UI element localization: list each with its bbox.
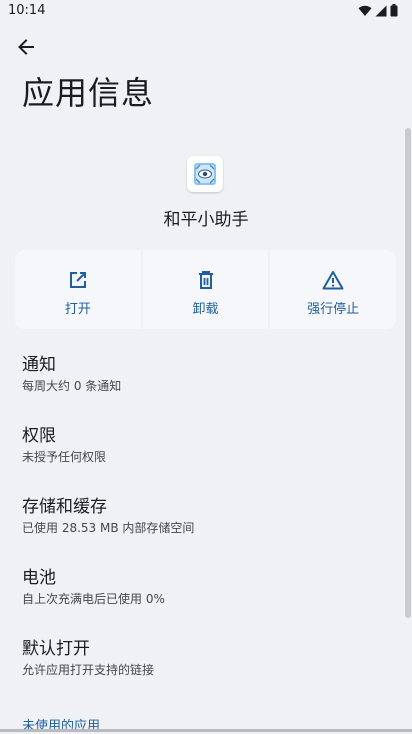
back-button[interactable] (10, 32, 42, 62)
warning-icon (322, 271, 344, 290)
open-by-default-item[interactable]: 默认打开 允许应用打开支持的链接 (22, 638, 392, 679)
app-icon (187, 156, 223, 192)
status-icons (358, 4, 398, 17)
open-external-icon (69, 272, 86, 288)
item-subtitle: 自上次充满电后已使用 0% (22, 592, 165, 606)
battery-icon (390, 4, 398, 17)
arrow-back-icon (18, 39, 34, 55)
item-title: 通知 (22, 355, 56, 375)
uninstall-label: 卸载 (192, 302, 219, 317)
page-title: 应用信息 (22, 74, 155, 112)
item-subtitle: 允许应用打开支持的链接 (22, 663, 155, 677)
item-title: 电池 (22, 568, 56, 588)
scrollbar[interactable] (405, 128, 411, 618)
item-subtitle: 每周大约 0 条通知 (22, 379, 122, 393)
item-title: 权限 (22, 426, 56, 446)
wifi-icon (358, 5, 372, 16)
permissions-item[interactable]: 权限 未授予任何权限 (22, 425, 392, 466)
open-label: 打开 (64, 302, 91, 317)
uninstall-button[interactable]: 卸载 (142, 250, 269, 329)
item-title: 默认打开 (22, 639, 90, 659)
force-stop-label: 强行停止 (307, 302, 360, 317)
status-bar: 10:14 (0, 0, 412, 22)
item-subtitle: 未授予任何权限 (22, 450, 107, 464)
storage-item[interactable]: 存储和缓存 已使用 28.53 MB 内部存储空间 (22, 496, 392, 537)
force-stop-button[interactable]: 强行停止 (270, 250, 397, 329)
battery-item[interactable]: 电池 自上次充满电后已使用 0% (22, 567, 392, 608)
item-subtitle: 已使用 28.53 MB 内部存储空间 (22, 521, 195, 535)
action-buttons: 打开 卸载 强行停止 (15, 250, 397, 329)
open-button[interactable]: 打开 (15, 250, 141, 329)
notifications-item[interactable]: 通知 每周大约 0 条通知 (22, 354, 392, 395)
app-name: 和平小助手 (163, 210, 249, 230)
item-title: 存储和缓存 (22, 497, 107, 517)
trash-icon (198, 271, 213, 289)
signal-icon (375, 5, 387, 16)
status-time: 10:14 (8, 3, 46, 18)
